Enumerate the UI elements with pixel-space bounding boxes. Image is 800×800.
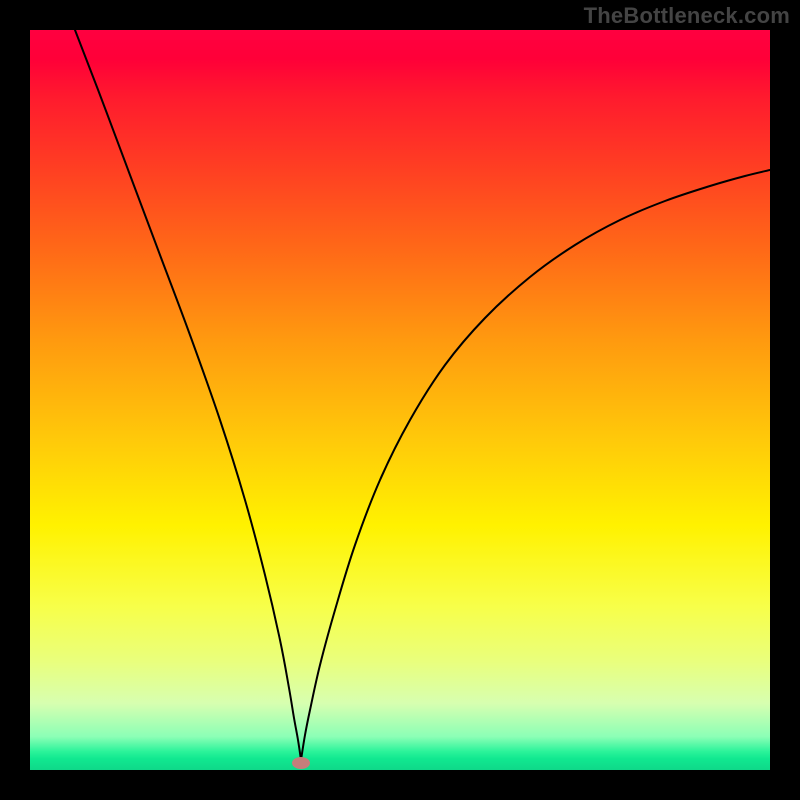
curve-right-segment xyxy=(301,170,770,760)
curve-svg xyxy=(30,30,770,770)
curve-left-segment xyxy=(75,30,301,760)
min-marker xyxy=(292,757,310,769)
plot-area xyxy=(30,30,770,770)
watermark-text: TheBottleneck.com xyxy=(584,3,790,29)
outer-frame: TheBottleneck.com xyxy=(0,0,800,800)
